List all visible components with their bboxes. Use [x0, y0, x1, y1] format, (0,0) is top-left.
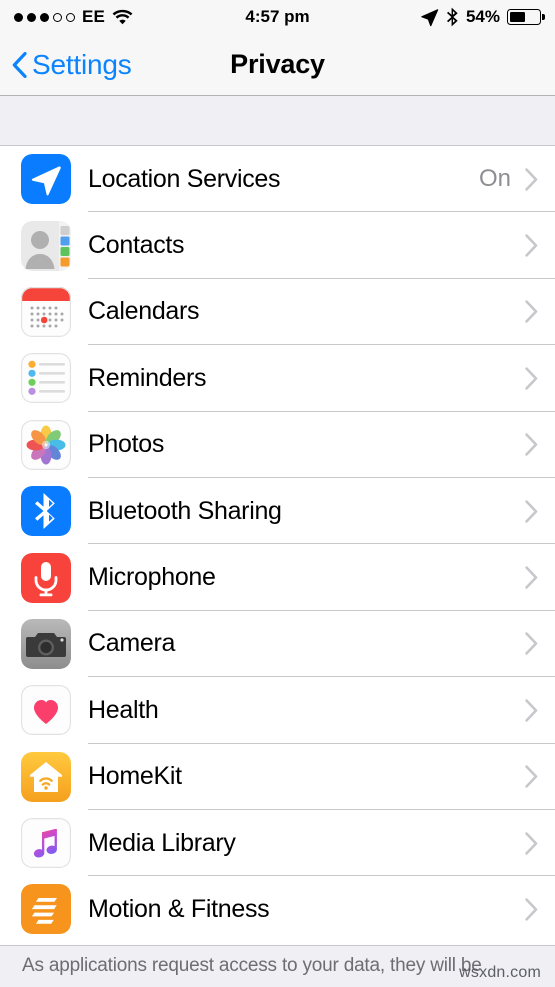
homekit-icon	[21, 751, 71, 802]
chevron-right-icon	[525, 632, 538, 656]
signal-dot-filled	[14, 12, 23, 22]
list-item[interactable]: HomeKit	[0, 743, 555, 811]
list-item-accessory	[525, 898, 555, 921]
privacy-settings-list: Location Services On Contacts Calendars Remi…	[0, 146, 555, 943]
microphone-icon	[21, 552, 71, 603]
chevron-right-icon	[525, 831, 538, 855]
table-group-spacer	[0, 96, 555, 146]
chevron-left-icon	[12, 51, 27, 78]
list-item-accessory	[525, 499, 555, 523]
location-arrow-icon	[421, 8, 439, 26]
watermark: wsxdn.com	[459, 964, 541, 981]
list-item-label: Media Library	[88, 828, 236, 857]
list-item-label: Health	[88, 695, 159, 724]
list-item[interactable]: Motion & Fitness	[0, 876, 555, 943]
status-bar-left: EE	[14, 7, 133, 27]
signal-dot-empty	[53, 12, 62, 22]
list-item[interactable]: Media Library	[0, 809, 555, 877]
motion-fitness-icon	[21, 884, 71, 935]
list-item-accessory	[525, 433, 555, 456]
status-bar: EE 4:57 pm 54%	[0, 0, 555, 34]
battery-icon	[507, 9, 541, 25]
list-item[interactable]: Photos	[0, 411, 555, 479]
chevron-right-icon	[525, 367, 538, 390]
carrier-label: EE	[82, 7, 106, 26]
list-item-label: Location Services	[88, 164, 281, 193]
camera-icon	[21, 618, 71, 669]
chevron-right-icon	[525, 699, 538, 722]
bluetooth-sharing-icon	[21, 486, 71, 537]
location-services-icon	[21, 154, 71, 205]
battery-percentage-label: 54%	[465, 7, 500, 26]
signal-dot-filled	[27, 12, 36, 22]
bluetooth-icon	[446, 7, 458, 27]
list-item-accessory	[525, 367, 555, 390]
contacts-icon	[21, 220, 71, 271]
iphone-screen: EE 4:57 pm 54% Settings Privacy Location…	[0, 0, 555, 987]
list-item[interactable]: Health	[0, 677, 555, 744]
list-item-label: Microphone	[88, 563, 216, 592]
list-item-label: Contacts	[88, 231, 185, 260]
list-item-accessory	[525, 566, 555, 589]
list-item-label: Calendars	[88, 297, 200, 326]
chevron-right-icon	[525, 898, 538, 921]
list-item-accessory	[525, 234, 555, 257]
list-item-label: Motion & Fitness	[88, 894, 270, 923]
list-item-label: HomeKit	[88, 762, 182, 791]
list-item-accessory	[525, 831, 555, 855]
wifi-icon	[112, 9, 133, 25]
list-item-label: Reminders	[88, 363, 207, 392]
list-item[interactable]: Location Services On	[0, 146, 555, 213]
list-item[interactable]: Reminders	[0, 345, 555, 412]
list-item[interactable]: Bluetooth Sharing	[0, 477, 555, 545]
chevron-right-icon	[525, 433, 538, 456]
list-item-label: Photos	[88, 430, 165, 459]
list-item-accessory	[525, 699, 555, 722]
reminders-icon	[21, 353, 71, 404]
list-item[interactable]: Camera	[0, 610, 555, 678]
signal-dot-empty	[66, 12, 75, 22]
chevron-right-icon	[525, 566, 538, 589]
table-footer: As applications request access to your d…	[0, 945, 555, 987]
health-icon	[21, 685, 71, 736]
chevron-right-icon	[525, 167, 538, 191]
signal-dot-filled	[40, 12, 49, 22]
list-item[interactable]: Calendars	[0, 278, 555, 346]
back-button-label: Settings	[32, 48, 132, 80]
photos-icon	[21, 419, 71, 470]
chevron-right-icon	[525, 300, 538, 324]
back-to-settings-button[interactable]: Settings	[0, 49, 132, 81]
list-item-value: On	[478, 165, 511, 193]
calendars-icon	[21, 286, 71, 337]
list-item-accessory	[525, 300, 555, 324]
footer-description: As applications request access to your d…	[22, 955, 482, 976]
list-item-accessory: On	[479, 165, 555, 193]
media-library-icon	[21, 818, 71, 869]
status-bar-right: 54%	[420, 7, 541, 27]
navigation-bar: Settings Privacy	[0, 34, 555, 96]
list-item-accessory	[525, 632, 555, 656]
list-item[interactable]: Microphone	[0, 544, 555, 612]
chevron-right-icon	[525, 499, 538, 523]
list-item-label: Camera	[88, 629, 176, 658]
list-item-label: Bluetooth Sharing	[88, 496, 282, 525]
chevron-right-icon	[525, 234, 538, 257]
signal-strength-dots	[14, 12, 75, 22]
battery-fill-level	[509, 11, 526, 23]
chevron-right-icon	[525, 765, 538, 788]
list-item-accessory	[525, 765, 555, 788]
list-item[interactable]: Contacts	[0, 212, 555, 280]
